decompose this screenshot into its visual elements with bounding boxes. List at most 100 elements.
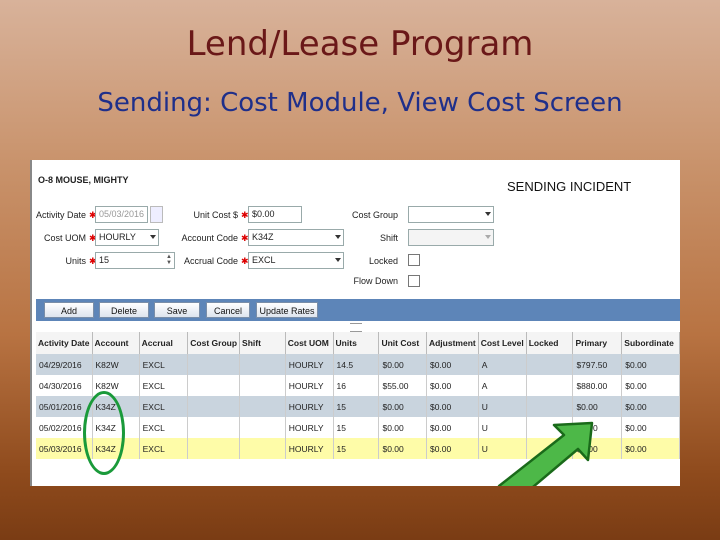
table-cell: $797.50 <box>572 354 623 375</box>
table-row[interactable]: 04/29/2016 K82W EXCL HOURLY 14.5 $0.00 $… <box>36 354 680 375</box>
table-cell: EXCL <box>139 396 189 417</box>
chevron-down-icon[interactable] <box>485 212 491 216</box>
table-row[interactable]: 05/01/2016 K34Z EXCL HOURLY 15 $0.00 $0.… <box>36 396 680 417</box>
incident-banner: SENDING INCIDENT <box>507 179 632 194</box>
table-cell <box>526 354 574 375</box>
cost-screen: O-8 MOUSE, MIGHTY SENDING INCIDENT Activ… <box>30 160 680 486</box>
table-cell <box>526 375 574 396</box>
splitter-handle[interactable] <box>350 323 362 332</box>
table-cell: $0.00 <box>426 396 479 417</box>
shift-select[interactable] <box>408 229 494 246</box>
table-cell <box>187 354 241 375</box>
table-cell: 14.5 <box>333 354 380 375</box>
column-header[interactable]: Adjustment <box>426 332 479 354</box>
activity-date-label: Activity Date <box>35 210 86 220</box>
table-cell <box>239 417 286 438</box>
table-cell: A <box>478 354 527 375</box>
unit-cost-label: Unit Cost $ <box>193 210 238 220</box>
table-cell <box>187 417 241 438</box>
column-header[interactable]: Shift <box>239 332 286 354</box>
table-cell: $55.00 <box>378 375 427 396</box>
table-cell: $0.00 <box>621 354 680 375</box>
accrual-code-value: EXCL <box>252 255 276 265</box>
account-code-label: Account Code <box>181 233 238 243</box>
flow-down-label: Flow Down <box>353 276 398 286</box>
table-header: Activity Date Account Accrual Cost Group… <box>36 332 680 354</box>
cost-uom-value: HOURLY <box>99 232 136 242</box>
table-cell: $0.00 <box>621 396 680 417</box>
table-cell: $0.00 <box>378 438 427 459</box>
chevron-down-icon[interactable] <box>485 235 491 239</box>
shift-label: Shift <box>379 233 398 243</box>
units-value: 15 <box>99 255 110 265</box>
table-cell <box>239 396 286 417</box>
table-cell: 16 <box>333 375 380 396</box>
table-cell: $0.00 <box>621 438 680 459</box>
table-cell: A <box>478 375 527 396</box>
toolbar: Add Delete Save Cancel Update Rates <box>36 299 680 321</box>
table-cell: $0.00 <box>426 375 479 396</box>
table-cell: 04/30/2016 <box>36 375 93 396</box>
activity-date-field[interactable]: 05/03/2016 <box>95 206 148 223</box>
table-cell <box>187 438 241 459</box>
table-cell: 15 <box>333 438 380 459</box>
table-cell: $880.00 <box>572 375 623 396</box>
column-header[interactable]: Locked <box>526 332 574 354</box>
table-cell: 05/01/2016 <box>36 396 93 417</box>
column-header[interactable]: Unit Cost <box>378 332 427 354</box>
update-rates-button[interactable]: Update Rates <box>256 302 318 318</box>
locked-checkbox[interactable] <box>408 254 420 266</box>
table-cell: $0.00 <box>426 354 479 375</box>
slide-title: Lend/Lease Program <box>186 24 534 64</box>
calendar-icon[interactable] <box>150 206 163 223</box>
table-cell: $0.00 <box>378 396 427 417</box>
cancel-button[interactable]: Cancel <box>206 302 250 318</box>
locked-label: Locked <box>368 256 398 266</box>
table-cell: 04/29/2016 <box>36 354 93 375</box>
table-cell <box>239 438 286 459</box>
column-header[interactable]: Cost Level <box>478 332 527 354</box>
column-header[interactable]: Cost Group <box>187 332 241 354</box>
table-cell: EXCL <box>139 354 189 375</box>
units-label: Units <box>65 256 86 266</box>
add-button[interactable]: Add <box>44 302 94 318</box>
table-cell: HOURLY <box>285 438 334 459</box>
column-header[interactable]: Accrual <box>139 332 189 354</box>
table-cell: HOURLY <box>285 354 334 375</box>
cost-group-select[interactable] <box>408 206 494 223</box>
cost-uom-select[interactable]: HOURLY <box>95 229 159 246</box>
column-header[interactable]: Account <box>92 332 140 354</box>
table-cell: U <box>478 396 527 417</box>
cost-group-label: Cost Group <box>351 210 398 220</box>
chevron-down-icon[interactable] <box>150 235 156 239</box>
table-cell: $0.00 <box>426 417 479 438</box>
table-row[interactable]: 04/30/2016 K82W EXCL HOURLY 16 $55.00 $0… <box>36 375 680 396</box>
accrual-code-label: Accrual Code <box>183 256 238 266</box>
table-cell: $0.00 <box>621 375 680 396</box>
account-code-value: K34Z <box>252 232 274 242</box>
table-cell <box>187 396 241 417</box>
table-cell <box>239 375 286 396</box>
table-cell: EXCL <box>139 417 189 438</box>
column-header[interactable]: Activity Date <box>36 332 93 354</box>
table-cell: HOURLY <box>285 417 334 438</box>
annotation-arrow-icon <box>497 421 594 486</box>
column-header[interactable]: Primary <box>572 332 623 354</box>
table-cell: EXCL <box>139 375 189 396</box>
cost-uom-label: Cost UOM <box>43 233 86 243</box>
unit-cost-field[interactable]: $0.00 <box>248 206 302 223</box>
slide-subtitle: Sending: Cost Module, View Cost Screen <box>97 88 623 118</box>
table-cell <box>239 354 286 375</box>
delete-button[interactable]: Delete <box>99 302 149 318</box>
table-cell: $0.00 <box>572 396 623 417</box>
save-button[interactable]: Save <box>154 302 200 318</box>
table-cell: $0.00 <box>378 354 427 375</box>
units-field[interactable]: 15 ▲ ▼ <box>95 252 175 269</box>
column-header[interactable]: Units <box>333 332 380 354</box>
flow-down-checkbox[interactable] <box>408 275 420 287</box>
column-header[interactable]: Cost UOM <box>285 332 334 354</box>
table-cell: HOURLY <box>285 375 334 396</box>
table-cell: K82W <box>92 354 140 375</box>
column-header[interactable]: Subordinate <box>621 332 680 354</box>
person-header: O-8 MOUSE, MIGHTY <box>38 175 129 185</box>
